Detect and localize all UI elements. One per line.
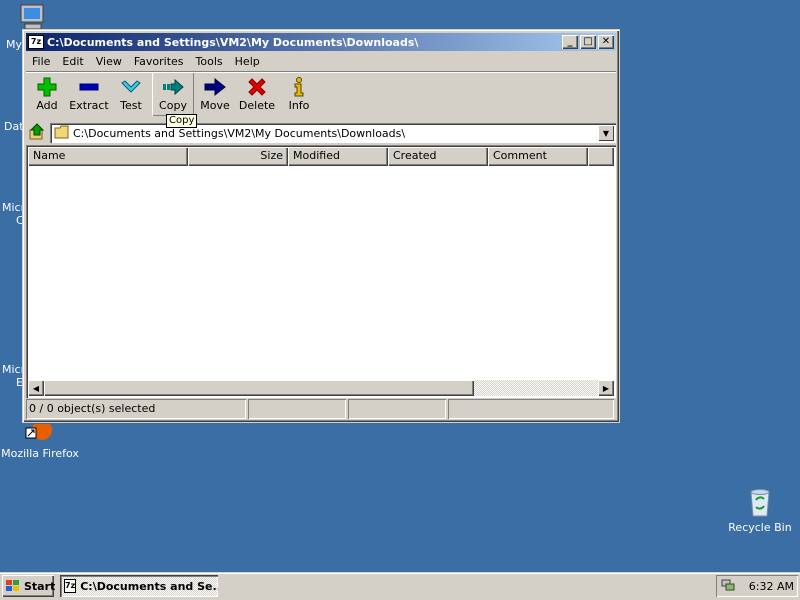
address-bar[interactable]: C:\Documents and Settings\VM2\My Documen… xyxy=(50,123,616,143)
windows-logo-icon xyxy=(5,579,21,593)
column-name[interactable]: Name xyxy=(28,147,188,166)
info-icon xyxy=(287,76,311,98)
desktop-icon-firefox[interactable]: Mozilla Firefox xyxy=(0,420,80,460)
status-selection: 0 / 0 object(s) selected xyxy=(26,399,246,419)
column-filler xyxy=(588,147,614,166)
arrow-right-icon: ▶ xyxy=(602,383,610,393)
menu-view[interactable]: View xyxy=(90,55,128,68)
delete-x-icon xyxy=(245,76,269,98)
column-modified[interactable]: Modified xyxy=(288,147,388,166)
copy-button[interactable]: Copy xyxy=(152,72,194,116)
chevron-down-icon: ▼ xyxy=(602,128,610,138)
clock[interactable]: 6:32 AM xyxy=(749,580,794,593)
menu-file[interactable]: File xyxy=(26,55,56,68)
menu-edit[interactable]: Edit xyxy=(56,55,89,68)
address-row: C:\Documents and Settings\VM2\My Documen… xyxy=(26,122,616,144)
desktop-label-micr-1[interactable]: Micr C xyxy=(2,201,25,227)
taskbar: Start 7z C:\Documents and Se... 6:32 AM xyxy=(0,572,800,600)
menu-bar: File Edit View Favorites Tools Help xyxy=(26,52,616,70)
folder-icon xyxy=(54,125,70,142)
file-manager-window: 7z C:\Documents and Settings\VM2\My Docu… xyxy=(22,29,620,423)
status-bar: 0 / 0 object(s) selected xyxy=(26,399,616,419)
copy-arrow-icon xyxy=(161,76,185,98)
close-button[interactable]: ✕ xyxy=(598,35,614,49)
recycle-bin-icon xyxy=(744,486,776,521)
scroll-left-button[interactable]: ◀ xyxy=(28,380,44,396)
horizontal-scrollbar[interactable]: ◀ ▶ xyxy=(28,380,614,396)
move-button[interactable]: Move xyxy=(194,72,236,116)
arrow-left-icon: ◀ xyxy=(32,383,40,393)
test-button[interactable]: Test xyxy=(110,72,152,116)
list-header: Name Size Modified Created Comment xyxy=(28,147,614,166)
up-arrow-icon xyxy=(28,122,46,144)
taskbar-window-button[interactable]: 7z C:\Documents and Se... xyxy=(60,575,218,597)
network-icon[interactable] xyxy=(720,577,736,596)
address-path: C:\Documents and Settings\VM2\My Documen… xyxy=(73,126,406,140)
status-panel-2 xyxy=(248,399,346,419)
system-tray: 6:32 AM xyxy=(716,575,798,597)
firefox-icon xyxy=(24,420,56,447)
minus-icon xyxy=(77,76,101,98)
extract-button[interactable]: Extract xyxy=(68,72,110,116)
address-dropdown-button[interactable]: ▼ xyxy=(598,125,614,141)
menu-favorites[interactable]: Favorites xyxy=(128,55,190,68)
app-icon: 7z xyxy=(28,35,44,49)
task-app-icon: 7z xyxy=(64,579,77,593)
task-label: C:\Documents and Se... xyxy=(80,579,218,593)
check-icon xyxy=(119,76,143,98)
tooltip: Copy xyxy=(166,114,198,128)
toolbar: Add Extract Test Copy Move Delete Info xyxy=(26,71,616,117)
scroll-track[interactable] xyxy=(474,380,598,396)
desktop-label-micr-2[interactable]: Micr E xyxy=(2,363,25,389)
info-button[interactable]: Info xyxy=(278,72,320,116)
window-title: C:\Documents and Settings\VM2\My Documen… xyxy=(47,35,419,49)
column-created[interactable]: Created xyxy=(388,147,488,166)
add-button[interactable]: Add xyxy=(26,72,68,116)
move-arrow-icon xyxy=(203,76,227,98)
column-comment[interactable]: Comment xyxy=(488,147,588,166)
start-label: Start xyxy=(24,579,56,593)
plus-icon xyxy=(35,76,59,98)
column-size[interactable]: Size xyxy=(188,147,288,166)
desktop-icon-recycle-bin[interactable]: Recycle Bin xyxy=(720,486,800,534)
up-folder-button[interactable] xyxy=(26,122,48,144)
scroll-thumb[interactable] xyxy=(44,380,474,396)
file-list[interactable]: Name Size Modified Created Comment ◀ ▶ xyxy=(26,145,616,398)
minimize-button[interactable]: _ xyxy=(562,35,578,49)
menu-help[interactable]: Help xyxy=(229,55,266,68)
title-bar[interactable]: 7z C:\Documents and Settings\VM2\My Docu… xyxy=(26,33,616,51)
delete-button[interactable]: Delete xyxy=(236,72,278,116)
status-panel-4 xyxy=(448,399,614,419)
start-button[interactable]: Start xyxy=(2,575,56,597)
status-panel-3 xyxy=(348,399,446,419)
maximize-button[interactable]: □ xyxy=(580,35,596,49)
menu-tools[interactable]: Tools xyxy=(190,55,229,68)
scroll-right-button[interactable]: ▶ xyxy=(598,380,614,396)
